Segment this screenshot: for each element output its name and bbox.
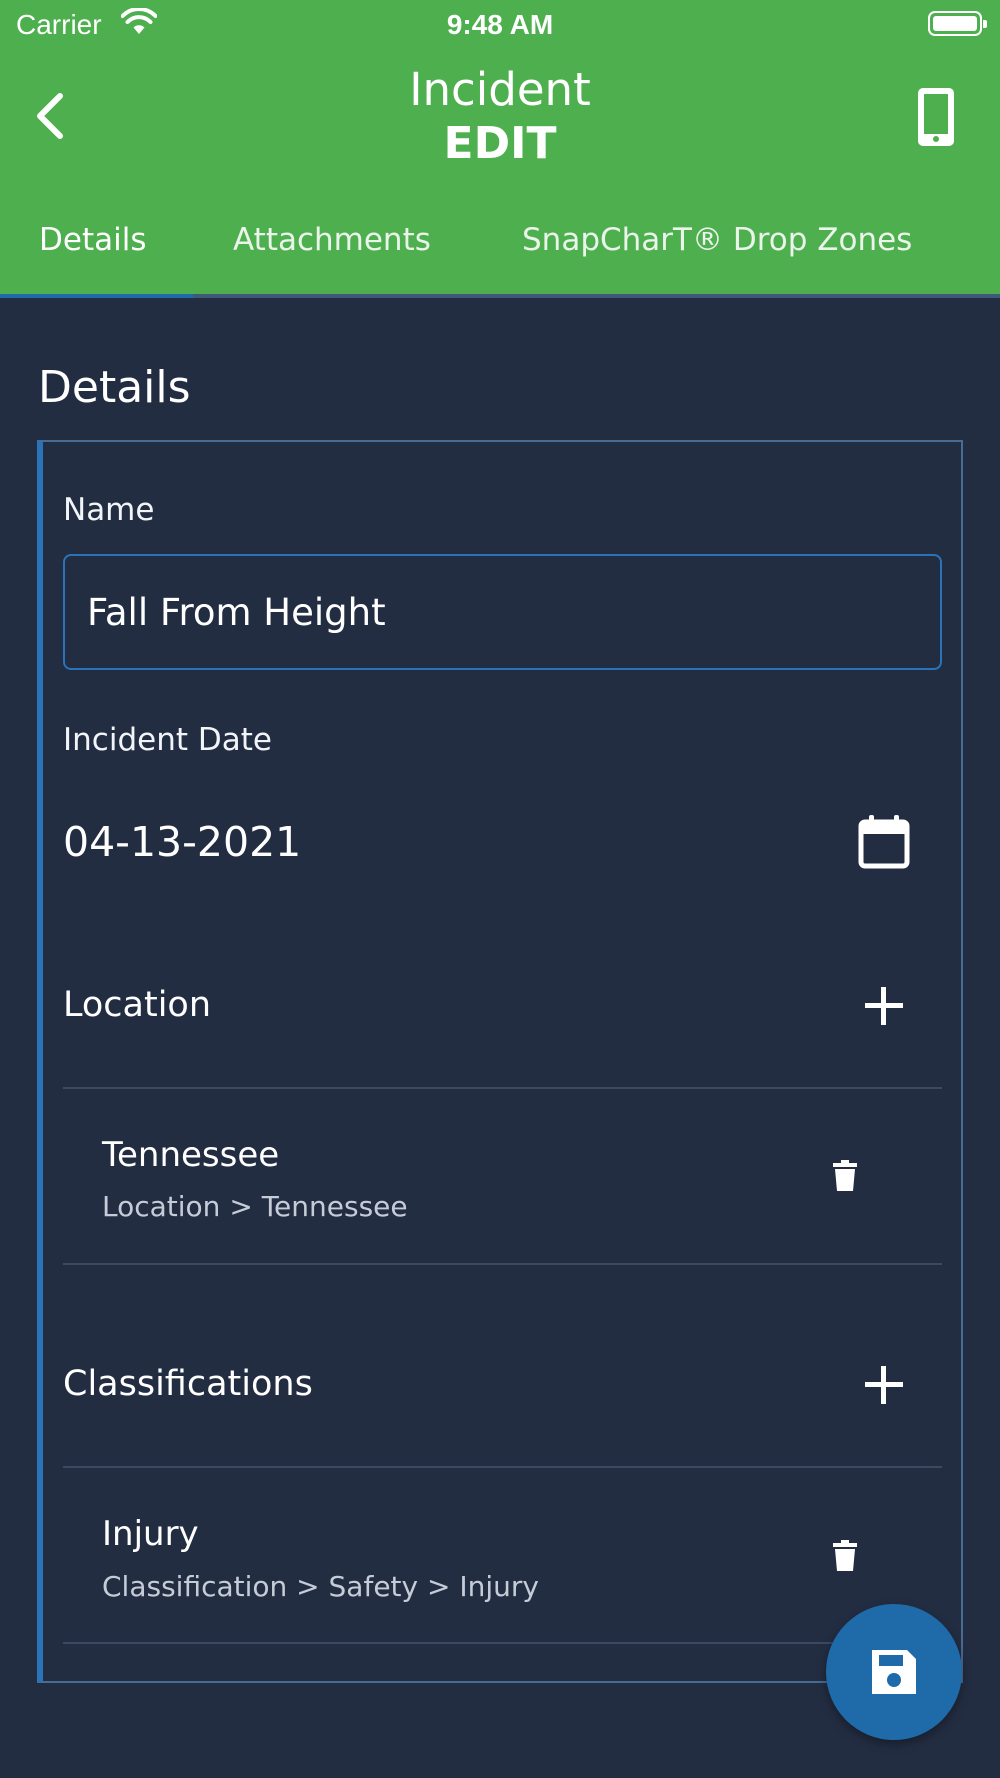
page-title-main: Incident — [409, 63, 591, 116]
add-classification-button[interactable] — [862, 1363, 906, 1407]
classification-item-title: Injury — [102, 1514, 199, 1554]
tab-details[interactable]: Details — [39, 222, 146, 258]
classifications-label: Classifications — [63, 1364, 313, 1404]
plus-icon — [865, 987, 903, 1025]
trash-icon — [833, 1160, 857, 1191]
page-title: Incident EDIT — [0, 62, 1000, 170]
tab-snapchart-drop-zones[interactable]: SnapCharT® Drop Zones — [522, 222, 912, 258]
device-toggle-button[interactable] — [912, 84, 962, 150]
delete-classification-button[interactable] — [832, 1540, 858, 1572]
status-bar: Carrier 9:48 AM — [0, 0, 1000, 50]
name-input[interactable] — [63, 554, 942, 670]
calendar-icon — [858, 815, 910, 869]
mobile-device-icon — [918, 88, 954, 146]
location-label: Location — [63, 985, 212, 1025]
tab-bar-divider — [193, 294, 1000, 298]
app-header: Carrier 9:48 AM Incident EDIT Details At… — [0, 0, 1000, 295]
section-title: Details — [38, 362, 191, 413]
location-item-title: Tennessee — [102, 1135, 280, 1175]
status-time: 9:48 AM — [446, 9, 554, 40]
name-label: Name — [63, 492, 155, 528]
active-tab-indicator — [0, 294, 193, 298]
delete-location-button[interactable] — [832, 1160, 858, 1192]
tab-bar: Details Attachments SnapCharT® Drop Zone… — [0, 210, 1000, 295]
page-title-mode: EDIT — [443, 118, 557, 169]
classifications-divider — [63, 1466, 942, 1468]
list-divider — [63, 1642, 942, 1644]
trash-icon — [833, 1540, 857, 1571]
location-item-path: Location > Tennessee — [102, 1190, 408, 1223]
save-button[interactable] — [826, 1604, 962, 1740]
location-divider — [63, 1087, 942, 1089]
plus-icon — [865, 1366, 903, 1404]
incident-date-label: Incident Date — [63, 722, 272, 758]
classification-item-path: Classification > Safety > Injury — [102, 1570, 539, 1603]
add-location-button[interactable] — [862, 984, 906, 1028]
tab-attachments[interactable]: Attachments — [233, 222, 431, 258]
calendar-button[interactable] — [856, 812, 912, 870]
floppy-disk-icon — [872, 1650, 916, 1694]
incident-date-value[interactable]: 04-13-2021 — [63, 818, 301, 866]
list-divider — [63, 1263, 942, 1265]
battery-icon — [928, 11, 987, 36]
